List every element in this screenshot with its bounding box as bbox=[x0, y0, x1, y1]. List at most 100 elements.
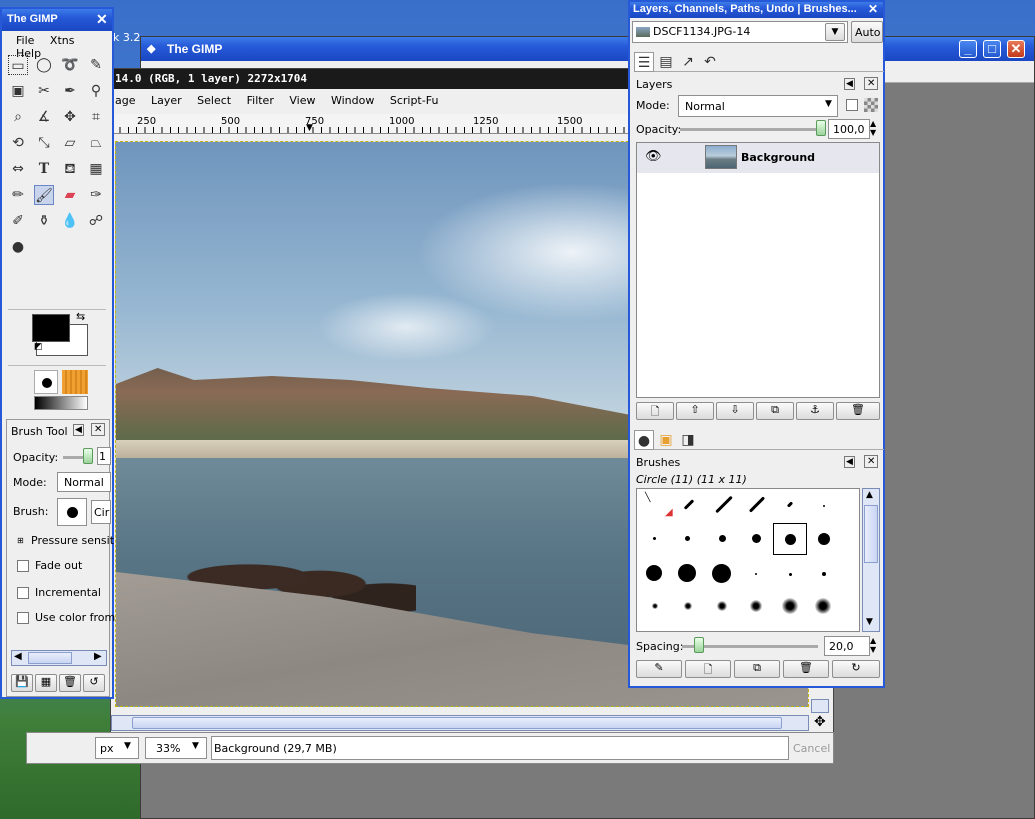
brush-item[interactable] bbox=[712, 564, 731, 583]
ellipse-select-icon[interactable]: ◯ bbox=[34, 55, 54, 75]
duplicate-layer-button[interactable]: ⧉ bbox=[756, 402, 794, 420]
menu-image[interactable]: age bbox=[115, 94, 136, 107]
delete-brush-button[interactable]: 🗑 bbox=[783, 660, 829, 678]
mode-select[interactable]: Normal bbox=[57, 472, 111, 492]
rect-select-icon[interactable]: ▭ bbox=[8, 55, 28, 75]
cancel-button[interactable]: Cancel bbox=[793, 742, 830, 755]
panel-menu-icon[interactable]: ◀ bbox=[73, 424, 84, 436]
minimize-button[interactable]: _ bbox=[959, 40, 977, 58]
opacity-field[interactable]: 1 bbox=[97, 447, 111, 465]
blur-icon[interactable]: 💧 bbox=[60, 211, 80, 231]
brushes-tab-icon[interactable]: ● bbox=[634, 430, 654, 450]
panel-menu-icon[interactable]: ◀ bbox=[844, 456, 855, 468]
image-select[interactable]: DSCF1134.JPG-14 ▼ bbox=[632, 21, 848, 43]
select-by-color-icon[interactable]: ▣ bbox=[8, 81, 28, 101]
brush-item[interactable] bbox=[652, 603, 658, 609]
raise-layer-button[interactable]: ⇧ bbox=[676, 402, 714, 420]
shear-icon[interactable]: ▱ bbox=[60, 133, 80, 153]
eye-icon[interactable]: 👁 bbox=[645, 149, 662, 164]
menu-view[interactable]: View bbox=[289, 94, 315, 107]
color-picker-icon[interactable]: ⚲ bbox=[86, 81, 106, 101]
scroll-up-icon[interactable]: ▲ bbox=[866, 490, 873, 500]
fade-out-checkbox[interactable] bbox=[17, 560, 29, 572]
navigate-icon[interactable] bbox=[29, 715, 45, 731]
refresh-brushes-button[interactable]: ↻ bbox=[832, 660, 880, 678]
airbrush-icon[interactable]: ✑ bbox=[86, 185, 106, 205]
swap-colors-icon[interactable]: ⇆ bbox=[76, 310, 85, 323]
use-color-checkbox[interactable] bbox=[17, 612, 29, 624]
scroll-thumb[interactable] bbox=[28, 652, 72, 664]
brush-item[interactable] bbox=[823, 505, 825, 507]
zoom-select[interactable]: 33% ▼ bbox=[145, 737, 207, 759]
layers-opacity-field[interactable]: 100,0 bbox=[828, 119, 870, 139]
auto-button[interactable]: Auto bbox=[851, 21, 883, 43]
blend-icon[interactable]: ▦ bbox=[86, 159, 106, 179]
scale-icon[interactable]: ⤡ bbox=[34, 133, 54, 153]
brush-item[interactable] bbox=[755, 573, 757, 575]
brush-item[interactable] bbox=[719, 535, 726, 542]
new-brush-button[interactable]: 🗋 bbox=[685, 660, 731, 678]
rotate-icon[interactable]: ⟲ bbox=[8, 133, 28, 153]
foreground-color-swatch[interactable] bbox=[32, 314, 70, 342]
scroll-right-icon[interactable]: ▶ bbox=[94, 651, 102, 662]
brush-item[interactable] bbox=[782, 598, 798, 614]
clone-icon[interactable]: ⚱ bbox=[34, 211, 54, 231]
layers-opacity-slider[interactable] bbox=[680, 128, 820, 131]
pattern-indicator[interactable] bbox=[62, 370, 88, 394]
scroll-thumb[interactable] bbox=[132, 717, 782, 729]
brush-item[interactable] bbox=[818, 533, 830, 545]
menu-window[interactable]: Window bbox=[331, 94, 374, 107]
scroll-left-icon[interactable]: ◀ bbox=[14, 651, 22, 662]
text-tool-icon[interactable]: T bbox=[34, 159, 54, 179]
duplicate-brush-button[interactable]: ⧉ bbox=[734, 660, 780, 678]
perspective-icon[interactable]: ⏢ bbox=[86, 133, 106, 153]
close-icon[interactable]: ✕ bbox=[868, 2, 878, 16]
scroll-down-icon[interactable]: ▼ bbox=[866, 617, 873, 627]
close-icon[interactable]: ✕ bbox=[96, 11, 108, 28]
paths-icon[interactable]: ✒ bbox=[60, 81, 80, 101]
brush-item[interactable] bbox=[752, 534, 761, 543]
brush-item[interactable] bbox=[717, 601, 727, 611]
spacing-handle[interactable] bbox=[694, 637, 704, 653]
brush-item[interactable] bbox=[715, 495, 733, 514]
lower-layer-button[interactable]: ⇩ bbox=[716, 402, 754, 420]
pencil-icon[interactable]: ✏ bbox=[8, 185, 28, 205]
unit-select[interactable]: px ▼ bbox=[95, 737, 139, 759]
delete-layer-button[interactable]: 🗑 bbox=[836, 402, 880, 420]
layers-tab-icon[interactable]: ☰ bbox=[634, 52, 654, 72]
flip-icon[interactable]: ⇔ bbox=[8, 159, 28, 179]
delete-options-button[interactable]: 🗑 bbox=[59, 674, 81, 692]
horizontal-scrollbar[interactable] bbox=[111, 715, 809, 731]
close-icon[interactable]: ✕ bbox=[91, 423, 106, 436]
close-icon[interactable]: ✕ bbox=[864, 77, 879, 90]
scissors-icon[interactable]: ✂ bbox=[34, 81, 54, 101]
tool-options-scrollbar[interactable]: ◀ ▶ bbox=[11, 650, 107, 666]
restore-options-button[interactable]: ▦ bbox=[35, 674, 57, 692]
move-icon[interactable]: ✥ bbox=[60, 107, 80, 127]
brush-item[interactable]: ◢ bbox=[665, 507, 673, 518]
menu-xtns[interactable]: Xtns bbox=[50, 34, 75, 47]
edit-brush-button[interactable]: ✎ bbox=[636, 660, 682, 678]
reset-options-button[interactable]: ↺ bbox=[83, 674, 105, 692]
anchor-layer-button[interactable]: ⚓ bbox=[796, 402, 834, 420]
smudge-icon[interactable]: ☍ bbox=[86, 211, 106, 231]
keep-transparency-checkbox[interactable] bbox=[846, 99, 858, 111]
close-button[interactable]: ✕ bbox=[1007, 40, 1025, 58]
brush-item[interactable] bbox=[685, 536, 690, 541]
layer-name[interactable]: Background bbox=[741, 151, 815, 164]
dock-titlebar[interactable]: Layers, Channels, Paths, Undo | Brushes.… bbox=[630, 2, 883, 18]
panel-menu-icon[interactable]: ◀ bbox=[844, 78, 855, 90]
spin-icon[interactable]: ▲ ▼ bbox=[870, 119, 876, 137]
toolbox-titlebar[interactable]: The GIMP ✕ bbox=[2, 9, 112, 31]
image-select-dropdown[interactable]: ▼ bbox=[825, 23, 845, 41]
ink-icon[interactable]: ✐ bbox=[8, 211, 28, 231]
menu-file[interactable]: File bbox=[16, 34, 34, 47]
brush-item-selected[interactable] bbox=[773, 523, 807, 555]
dodge-burn-icon[interactable]: ● bbox=[8, 237, 28, 257]
layer-row[interactable]: 👁 Background bbox=[637, 143, 879, 173]
spin-icon[interactable]: ▲ ▼ bbox=[870, 636, 876, 654]
navigate-cross-icon[interactable]: ✥ bbox=[814, 714, 826, 730]
layers-opacity-handle[interactable] bbox=[816, 120, 826, 136]
maximize-button[interactable]: □ bbox=[983, 40, 1001, 58]
brush-item[interactable]: ╲ bbox=[645, 493, 650, 503]
